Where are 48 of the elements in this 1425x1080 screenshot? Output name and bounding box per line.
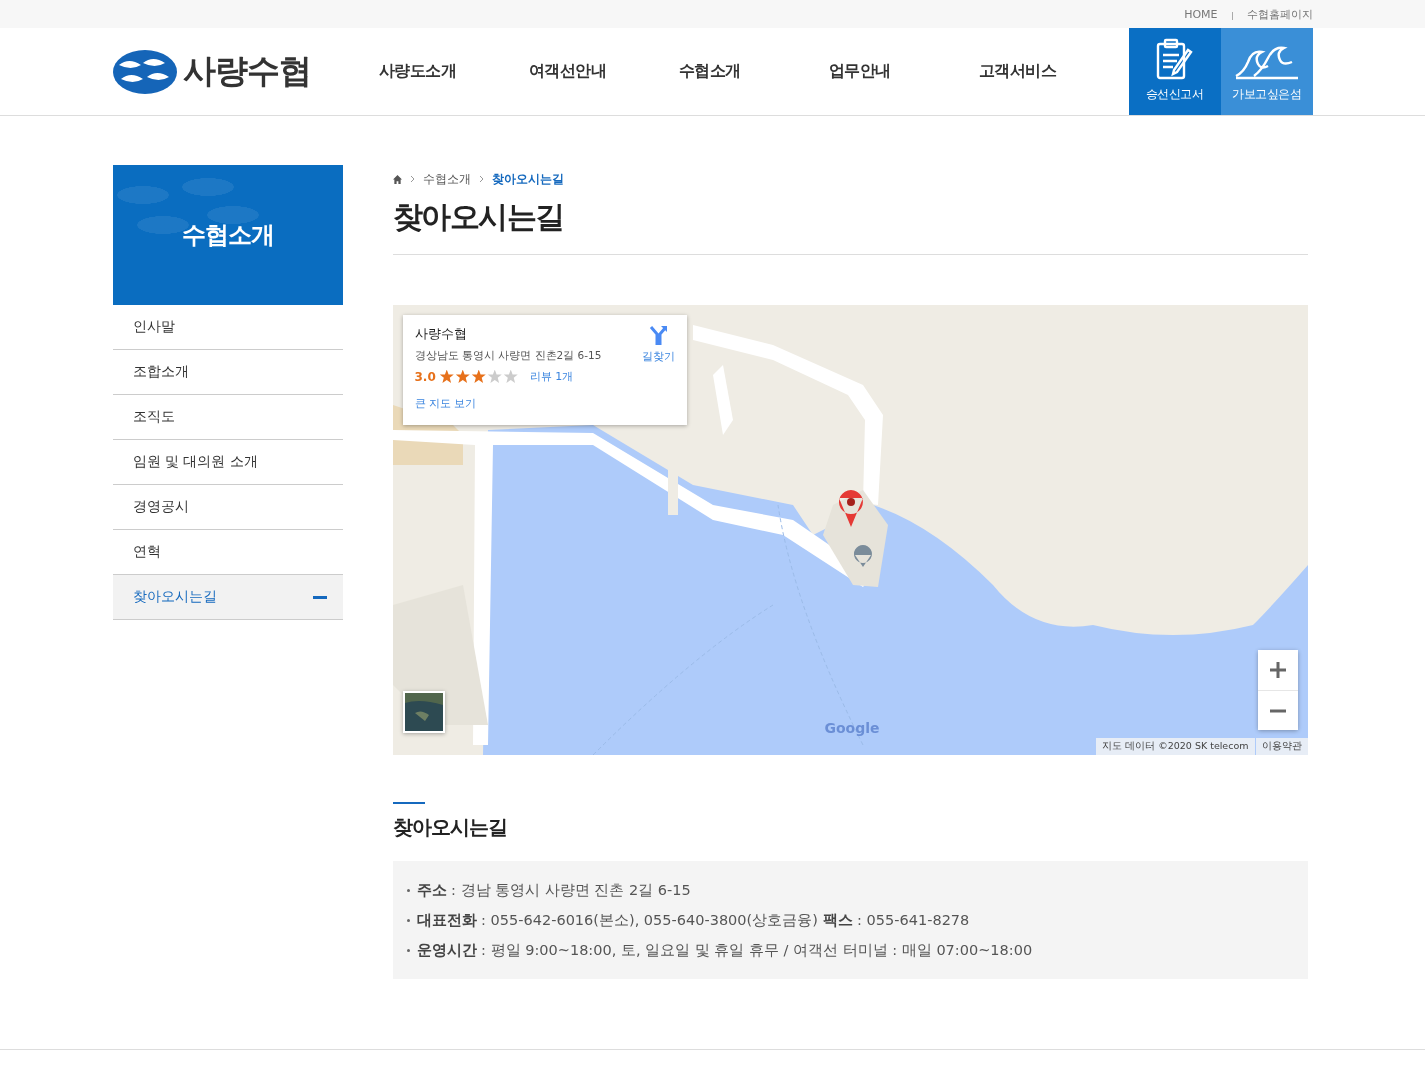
top-link[interactable]: HOME — [1184, 7, 1218, 21]
nav-link[interactable]: 사량도소개 — [378, 61, 529, 82]
map-logo: Google — [824, 720, 880, 736]
chevron-icon — [478, 175, 484, 183]
sidebar-title: 수협소개 — [181, 220, 274, 251]
map[interactable]: 사량수협 경상남도 통영시 사량면 진촌2길 6-15 3.0 리뷰 1개 큰 지도 보기 길찾기 Google 지도 데이터 ©2020 SK telecom 이용약관 — [392, 305, 1308, 755]
reviews-link[interactable]: 리뷰 1개 — [529, 369, 574, 384]
satellite-view-button[interactable] — [402, 691, 445, 733]
larger-map-link[interactable]: 큰 지도 보기 — [414, 396, 477, 411]
minus-icon — [1268, 708, 1287, 713]
page-title: 찾아오시는길 — [392, 197, 1308, 255]
info-line: 주소 : 경남 통영시 사량면 진촌 2길 6-15 — [416, 880, 691, 900]
bullet-icon — [406, 948, 410, 952]
breadcrumb-link[interactable]: 찾아오시는길 — [491, 170, 564, 188]
minus-icon — [312, 595, 327, 599]
sidebar-item[interactable]: 조직도 — [112, 395, 343, 440]
rating-value: 3.0 — [414, 369, 436, 384]
sidebar-item[interactable]: 임원 및 대의원 소개 — [112, 440, 343, 485]
directions-link[interactable]: 길찾기 — [641, 325, 675, 415]
breadcrumb-link[interactable]: 수협소개 — [422, 170, 471, 188]
sidebar-item[interactable]: 찾아오시는길 — [112, 575, 343, 620]
info-line: 대표전화 : 055-642-6016(본소), 055-640-3800(상호금융) 팩스 : 055-641-8278 — [416, 910, 970, 930]
bullet-icon — [406, 888, 410, 892]
quick-link-button[interactable]: 승선신고서 — [1128, 28, 1221, 115]
terms-link[interactable]: 이용약관 — [1255, 738, 1308, 755]
top-link[interactable]: 수협홈페이지 — [1246, 6, 1313, 22]
nav-link[interactable]: 여객선안내 — [528, 61, 679, 82]
nav-link[interactable]: 업무안내 — [828, 61, 979, 82]
sidebar-item[interactable]: 조합소개 — [112, 350, 343, 395]
zoom-in-button[interactable] — [1257, 650, 1298, 690]
satellite-thumbnail-icon — [404, 693, 443, 731]
home-icon[interactable] — [392, 174, 402, 184]
section-title: 찾아오시는길 — [392, 814, 508, 841]
info-line: 운영시간 : 평일 9:00~18:00, 토, 일요일 및 휴일 휴무 / 여객선 터미널 : 매일 07:00~18:00 — [416, 940, 1033, 960]
place-name: 사량수협 — [414, 325, 468, 343]
bullet-icon — [406, 918, 410, 922]
sidebar-item[interactable]: 경영공시 — [112, 485, 343, 530]
plus-icon — [1268, 661, 1287, 679]
logo[interactable]: 사량수협 — [112, 48, 359, 95]
chevron-icon — [409, 175, 415, 183]
directions-icon — [648, 325, 668, 345]
sidebar-item[interactable]: 인사말 — [112, 305, 343, 350]
clipboard-icon — [1154, 38, 1195, 80]
map-attribution: 지도 데이터 ©2020 SK telecom — [1096, 738, 1255, 755]
fish-logo-icon — [112, 48, 177, 95]
place-address: 경상남도 통영시 사량면 진촌2길 6-15 — [414, 349, 602, 363]
nav-link[interactable]: 고객서비스 — [978, 61, 1129, 82]
nav-link[interactable]: 수협소개 — [678, 61, 829, 82]
